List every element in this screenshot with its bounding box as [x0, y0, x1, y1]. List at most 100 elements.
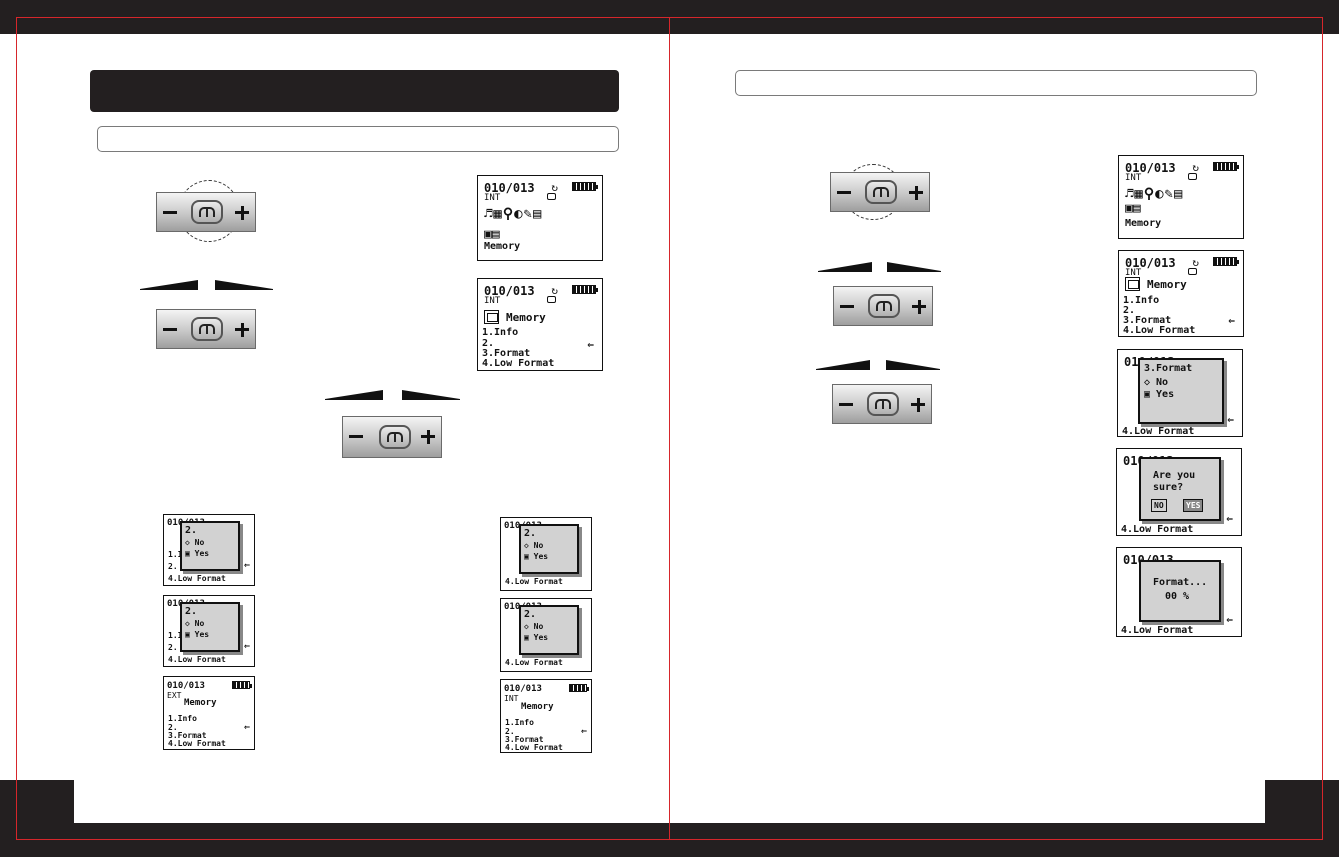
- menu-item-low-format: 4.Low Format: [1123, 325, 1196, 336]
- slide-left-arrow: [818, 262, 872, 271]
- dialog-title: 2.: [185, 525, 198, 536]
- control-wheel-slide[interactable]: [156, 309, 256, 349]
- yes-button[interactable]: YES: [1183, 499, 1204, 512]
- pointer-arrow-icon: ⇐: [587, 338, 594, 351]
- slide-right-arrow: [886, 360, 940, 369]
- menu-item-low-format: 4.Low Format: [482, 358, 555, 369]
- menu-item-low-format: 4.Low Format: [168, 739, 226, 748]
- m-button-icon: [379, 425, 411, 449]
- minus-icon: [163, 211, 177, 214]
- lock-icon: [547, 193, 556, 200]
- lcd-small-dialog: 010/013 4.Low Format 2. ◇ No ▣ Yes: [500, 598, 592, 672]
- popup-dialog: 3.Format ◇ No ▣ Yes: [1138, 358, 1224, 424]
- location-label: INT: [504, 694, 519, 703]
- popup-dialog: 2. ◇ No ▣ Yes: [180, 521, 240, 571]
- memory-icon: [1125, 277, 1140, 291]
- slide-left-arrow: [325, 390, 383, 399]
- option-yes: ▣ Yes: [1144, 389, 1175, 400]
- pointer-arrow-icon: ⇐: [580, 726, 587, 737]
- control-wheel-slide[interactable]: [832, 384, 932, 424]
- lcd-small-dialog: 010/013 1.Info 2. 4.Low Format ⇐ 2. ◇ No…: [163, 514, 255, 586]
- lcd-confirm-dialog: 010/013 4.Low Format ⇐ Are you sure? NO …: [1116, 448, 1242, 536]
- slide-right-arrow: [887, 262, 941, 271]
- minus-icon: [837, 191, 851, 194]
- pointer-arrow-icon: ⇐: [243, 560, 250, 571]
- menu-item-low-format: 4.Low Format: [1121, 625, 1194, 636]
- menu-item-low-format: 4.Low Format: [505, 743, 563, 752]
- location-label: INT: [484, 193, 501, 203]
- memory-label: Memory: [1125, 218, 1162, 229]
- option-yes: ▣ Yes: [524, 552, 549, 561]
- m-button-icon: [865, 180, 897, 204]
- location-label: INT: [1125, 173, 1142, 183]
- option-no: ◇ No: [524, 622, 544, 631]
- progress-label: Format...: [1153, 577, 1208, 588]
- option-no: ◇ No: [185, 538, 205, 547]
- dialog-title: 2.: [524, 609, 537, 620]
- option-yes: ▣ Yes: [524, 633, 549, 642]
- pointer-arrow-icon: ⇐: [1227, 413, 1234, 426]
- memory-icon: [484, 310, 499, 324]
- memory-chip-icons: ▣▤: [484, 227, 500, 242]
- control-wheel-slide[interactable]: [833, 286, 933, 326]
- location-label: INT: [484, 296, 501, 306]
- lcd-main-menu: 010/013 INT ↻ ♬▦⚲◐✎▤ ▣▤ Memory: [1118, 155, 1244, 239]
- control-wheel-slide-large[interactable]: [342, 416, 442, 458]
- menu-item-low-format: 4.Low Format: [168, 655, 226, 664]
- lcd-small-menu-int: 010/013 INT Memory 1.Info 2. 3.Format 4.…: [500, 679, 592, 753]
- slide-right-arrow: [402, 390, 460, 399]
- minus-icon: [163, 328, 177, 331]
- progress-dialog: Format... 00 %: [1139, 560, 1221, 622]
- battery-icon: [232, 681, 252, 689]
- option-yes: ▣ Yes: [185, 549, 210, 558]
- slide-right-arrow: [215, 280, 273, 289]
- lcd-main-menu: 010/013 INT ↻ ♬▦⚲◐✎▤ ▣▤ Memory: [477, 175, 603, 261]
- right-subsection-bar: [735, 70, 1257, 96]
- dialog-line-1: Are you: [1153, 470, 1196, 481]
- battery-icon: [572, 182, 598, 191]
- track-counter: 010/013: [504, 684, 542, 694]
- track-counter: 010/013: [167, 681, 205, 691]
- dialog-title: 3.Format: [1144, 363, 1193, 374]
- control-wheel-press[interactable]: [156, 192, 256, 232]
- lcd-format-progress: 010/013 4.Low Format ⇐ Format... 00 %: [1116, 547, 1242, 637]
- menu-item-info: 1.Info: [482, 327, 519, 338]
- left-subsection-bar: [97, 126, 619, 152]
- option-no: ◇ No: [1144, 377, 1169, 388]
- menu-title: Memory: [184, 698, 217, 708]
- left-section-header-bar: [90, 70, 619, 112]
- pointer-arrow-icon: ⇐: [1226, 613, 1233, 626]
- menu-item-info: 1.Info: [505, 718, 534, 727]
- menu-item-low-format: 4.Low Format: [1121, 524, 1194, 535]
- battery-icon: [572, 285, 598, 294]
- m-button-icon: [191, 317, 223, 341]
- lcd-memory-menu: 010/013 INT ↻ Memory 1.Info 2. 3.Format …: [477, 278, 603, 371]
- lcd-small-dialog: 010/013 1.Info 2. 4.Low Format ⇐ 2. ◇ No…: [163, 595, 255, 667]
- location-label: EXT: [167, 691, 182, 700]
- memory-chip-icons: ▣▤: [1125, 201, 1141, 216]
- no-button[interactable]: NO: [1151, 499, 1167, 512]
- slide-left-arrow: [140, 280, 198, 289]
- lcd-small-dialog: 010/013 4.Low Format 2. ◇ No ▣ Yes: [500, 517, 592, 591]
- menu-title: Memory: [521, 702, 554, 712]
- pointer-arrow-icon: ⇐: [1226, 512, 1233, 525]
- menu-item-2: 2.: [168, 562, 178, 571]
- menu-item-info: 1.Info: [168, 714, 197, 723]
- memory-label: Memory: [484, 241, 521, 252]
- lock-icon: [1188, 173, 1197, 180]
- lcd-format-dialog: 010/013 4.Low Format ⇐ 3.Format ◇ No ▣ Y…: [1117, 349, 1243, 437]
- minus-icon: [349, 435, 363, 438]
- lock-icon: [547, 296, 556, 303]
- option-yes: ▣ Yes: [185, 630, 210, 639]
- dialog-line-2: sure?: [1153, 482, 1184, 493]
- lcd-small-menu-ext: 010/013 EXT Memory 1.Info 2. 3.Format 4.…: [163, 676, 255, 750]
- battery-icon: [569, 684, 589, 692]
- menu-item-low-format: 4.Low Format: [168, 574, 226, 583]
- control-wheel-press[interactable]: [830, 172, 930, 212]
- progress-percent: 00 %: [1165, 591, 1190, 602]
- menu-item-2: 2.: [168, 643, 178, 652]
- m-button-icon: [867, 392, 899, 416]
- menu-icon-row: ♬▦⚲◐✎▤: [1125, 186, 1184, 202]
- menu-item-low-format: 4.Low Format: [505, 577, 563, 586]
- popup-dialog: 2. ◇ No ▣ Yes: [180, 602, 240, 652]
